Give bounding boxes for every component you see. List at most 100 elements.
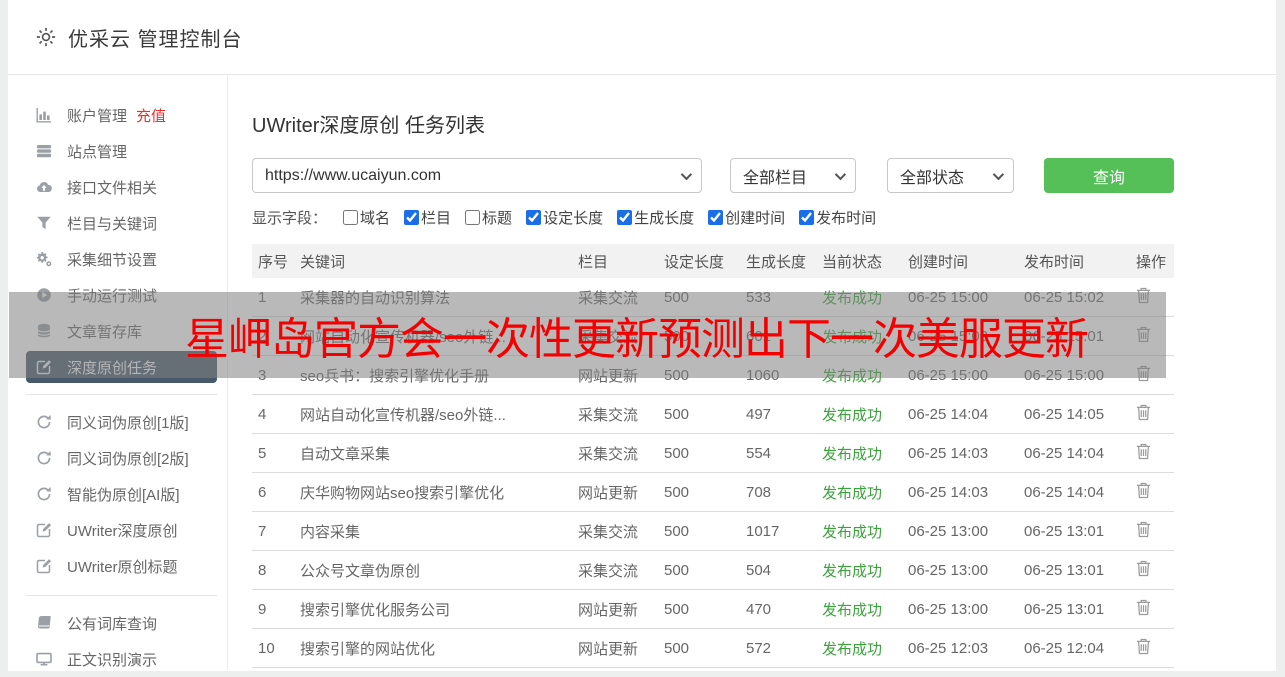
sidebar-item-label: 同义词伪原创[2版]	[67, 450, 189, 468]
delete-task-button[interactable]	[1136, 482, 1151, 499]
display-field-option[interactable]: 栏目	[404, 207, 451, 228]
cell-keyword: 搜索引擎的网站优化	[300, 640, 436, 658]
sidebar-item-ai-rewrite[interactable]: 智能伪原创[AI版]	[8, 476, 227, 512]
delete-task-button[interactable]	[1136, 560, 1151, 577]
cell-status: 发布成功	[822, 484, 883, 502]
cloud-upload-icon	[36, 179, 52, 195]
display-field-label: 域名	[360, 210, 391, 227]
cell-published: 06-25 13:01	[1024, 522, 1105, 540]
trash-icon	[1136, 599, 1151, 616]
sidebar-item-label: 正文识别演示	[67, 651, 158, 669]
refresh-icon	[36, 414, 52, 430]
display-field-option[interactable]: 创建时间	[708, 207, 785, 228]
status-filter-select[interactable]: 全部状态	[887, 158, 1014, 193]
cell-no: 5	[258, 444, 267, 462]
site-select[interactable]: https://www.ucaiyun.com	[252, 158, 702, 193]
sidebar-item-uwriter-original-title[interactable]: UWriter原创标题	[8, 548, 227, 584]
refresh-icon	[36, 450, 52, 466]
display-field-label: 生成长度	[634, 210, 695, 227]
sidebar-item-interface-files[interactable]: 接口文件相关	[8, 169, 227, 205]
sidebar-item-public-lexicon-query[interactable]: 公有词库查询	[8, 605, 227, 641]
table-row: 8 公众号文章伪原创 采集交流 500 504 发布成功 06-25 13:00 06-25 …	[252, 551, 1174, 590]
delete-task-button[interactable]	[1136, 638, 1151, 655]
cell-set_len: 500	[664, 639, 690, 657]
cell-keyword: 庆华购物网站seo搜索引擎优化	[300, 484, 505, 502]
sidebar-item-uwriter-deep-original[interactable]: UWriter深度原创	[8, 512, 227, 548]
display-field-checkbox[interactable]	[617, 210, 633, 225]
cell-gen_len: 470	[746, 600, 772, 618]
cell-gen_len: 1017	[746, 522, 780, 540]
sidebar-item-label: UWriter原创标题	[67, 558, 178, 576]
sidebar-item-synonym-rewrite-v2[interactable]: 同义词伪原创[2版]	[8, 440, 227, 476]
display-field-option[interactable]: 发布时间	[799, 207, 876, 228]
display-field-checkbox[interactable]	[708, 210, 724, 225]
cell-keyword: 内容采集	[300, 523, 361, 541]
sidebar-item-synonym-rewrite-v1[interactable]: 同义词伪原创[1版]	[8, 404, 227, 440]
delete-task-button[interactable]	[1136, 521, 1151, 538]
table-header: 序号 关键词 栏目 设定长度 生成长度 当前状态 创建时间 发布时间 操作	[252, 244, 1174, 278]
display-field-checkbox[interactable]	[465, 210, 481, 225]
display-field-option[interactable]: 域名	[343, 207, 390, 228]
cell-status: 发布成功	[822, 640, 883, 658]
sidebar-item-label: 接口文件相关	[67, 179, 158, 197]
cell-published: 06-25 14:04	[1024, 444, 1105, 462]
query-button[interactable]: 查询	[1044, 158, 1174, 193]
display-field-option[interactable]: 设定长度	[526, 207, 603, 228]
column-header: 当前状态	[822, 253, 883, 271]
trash-icon	[1136, 482, 1151, 499]
cell-published: 06-25 12:04	[1024, 639, 1105, 657]
cell-actions	[1136, 599, 1174, 620]
display-fields-options: 域名 栏目 标题 设定长度 生成长度 创建时间 发布时间	[343, 207, 890, 228]
sidebar-item-label: 智能伪原创[AI版]	[67, 486, 180, 504]
display-field-label: 设定长度	[543, 210, 604, 227]
sidebar-item-content-recognition-demo[interactable]: 正文识别演示	[8, 641, 227, 677]
cell-status: 发布成功	[822, 523, 883, 541]
display-field-option[interactable]: 标题	[465, 207, 512, 228]
cell-actions	[1136, 404, 1174, 425]
cell-actions	[1136, 482, 1174, 503]
sidebar-item-label: UWriter深度原创	[67, 522, 178, 540]
app-title: 优采云 管理控制台	[68, 28, 243, 51]
watermark-text: 星岬岛官方会一次性更新预测出下一次美服更新	[185, 315, 1089, 364]
sidebar-item-label: 栏目与关键词	[67, 215, 158, 233]
cell-category: 采集交流	[578, 406, 639, 424]
display-field-option[interactable]: 生成长度	[617, 207, 694, 228]
sidebar-item-columns-keywords[interactable]: 栏目与关键词	[8, 205, 227, 241]
cell-published: 06-25 13:01	[1024, 600, 1105, 618]
sidebar-item-site-management[interactable]: 站点管理	[8, 133, 227, 169]
display-field-checkbox[interactable]	[343, 210, 359, 225]
cell-status: 发布成功	[822, 601, 883, 619]
cell-status: 发布成功	[822, 406, 883, 424]
cell-published: 06-25 14:04	[1024, 483, 1105, 501]
cell-set_len: 500	[664, 600, 690, 618]
display-field-checkbox[interactable]	[799, 210, 815, 225]
cell-created: 06-25 13:00	[908, 522, 989, 540]
filter-bar: https://www.ucaiyun.com 全部栏目 全部状态 查询	[252, 158, 1276, 193]
column-header: 创建时间	[908, 253, 969, 271]
sidebar-item-label: 同义词伪原创[1版]	[67, 414, 189, 432]
gears-icon	[36, 251, 52, 267]
delete-task-button[interactable]	[1136, 443, 1151, 460]
display-fields-label: 显示字段：	[252, 210, 328, 227]
monitor-icon	[36, 651, 52, 667]
delete-task-button[interactable]	[1136, 599, 1151, 616]
sidebar-item-label: 站点管理	[67, 143, 128, 161]
sidebar-item-collect-detail-settings[interactable]: 采集细节设置	[8, 241, 227, 277]
sidebar-item-account-management[interactable]: 账户管理 充值	[8, 97, 227, 133]
funnel-icon	[36, 215, 52, 231]
cell-set_len: 500	[664, 522, 690, 540]
display-field-checkbox[interactable]	[526, 210, 542, 225]
recharge-badge[interactable]: 充值	[136, 105, 166, 126]
cell-keyword: 公众号文章伪原创	[300, 562, 421, 580]
cell-category: 网站更新	[578, 484, 639, 502]
display-field-checkbox[interactable]	[404, 210, 420, 225]
trash-icon	[1136, 560, 1151, 577]
cell-no: 9	[258, 600, 267, 618]
cell-actions	[1136, 560, 1174, 581]
column-filter-select[interactable]: 全部栏目	[730, 158, 856, 193]
trash-icon	[1136, 404, 1151, 421]
cell-actions	[1136, 521, 1174, 542]
delete-task-button[interactable]	[1136, 404, 1151, 421]
cell-no: 4	[258, 405, 267, 423]
table-row: 6 庆华购物网站seo搜索引擎优化 网站更新 500 708 发布成功 06-25 14:0…	[252, 473, 1174, 512]
